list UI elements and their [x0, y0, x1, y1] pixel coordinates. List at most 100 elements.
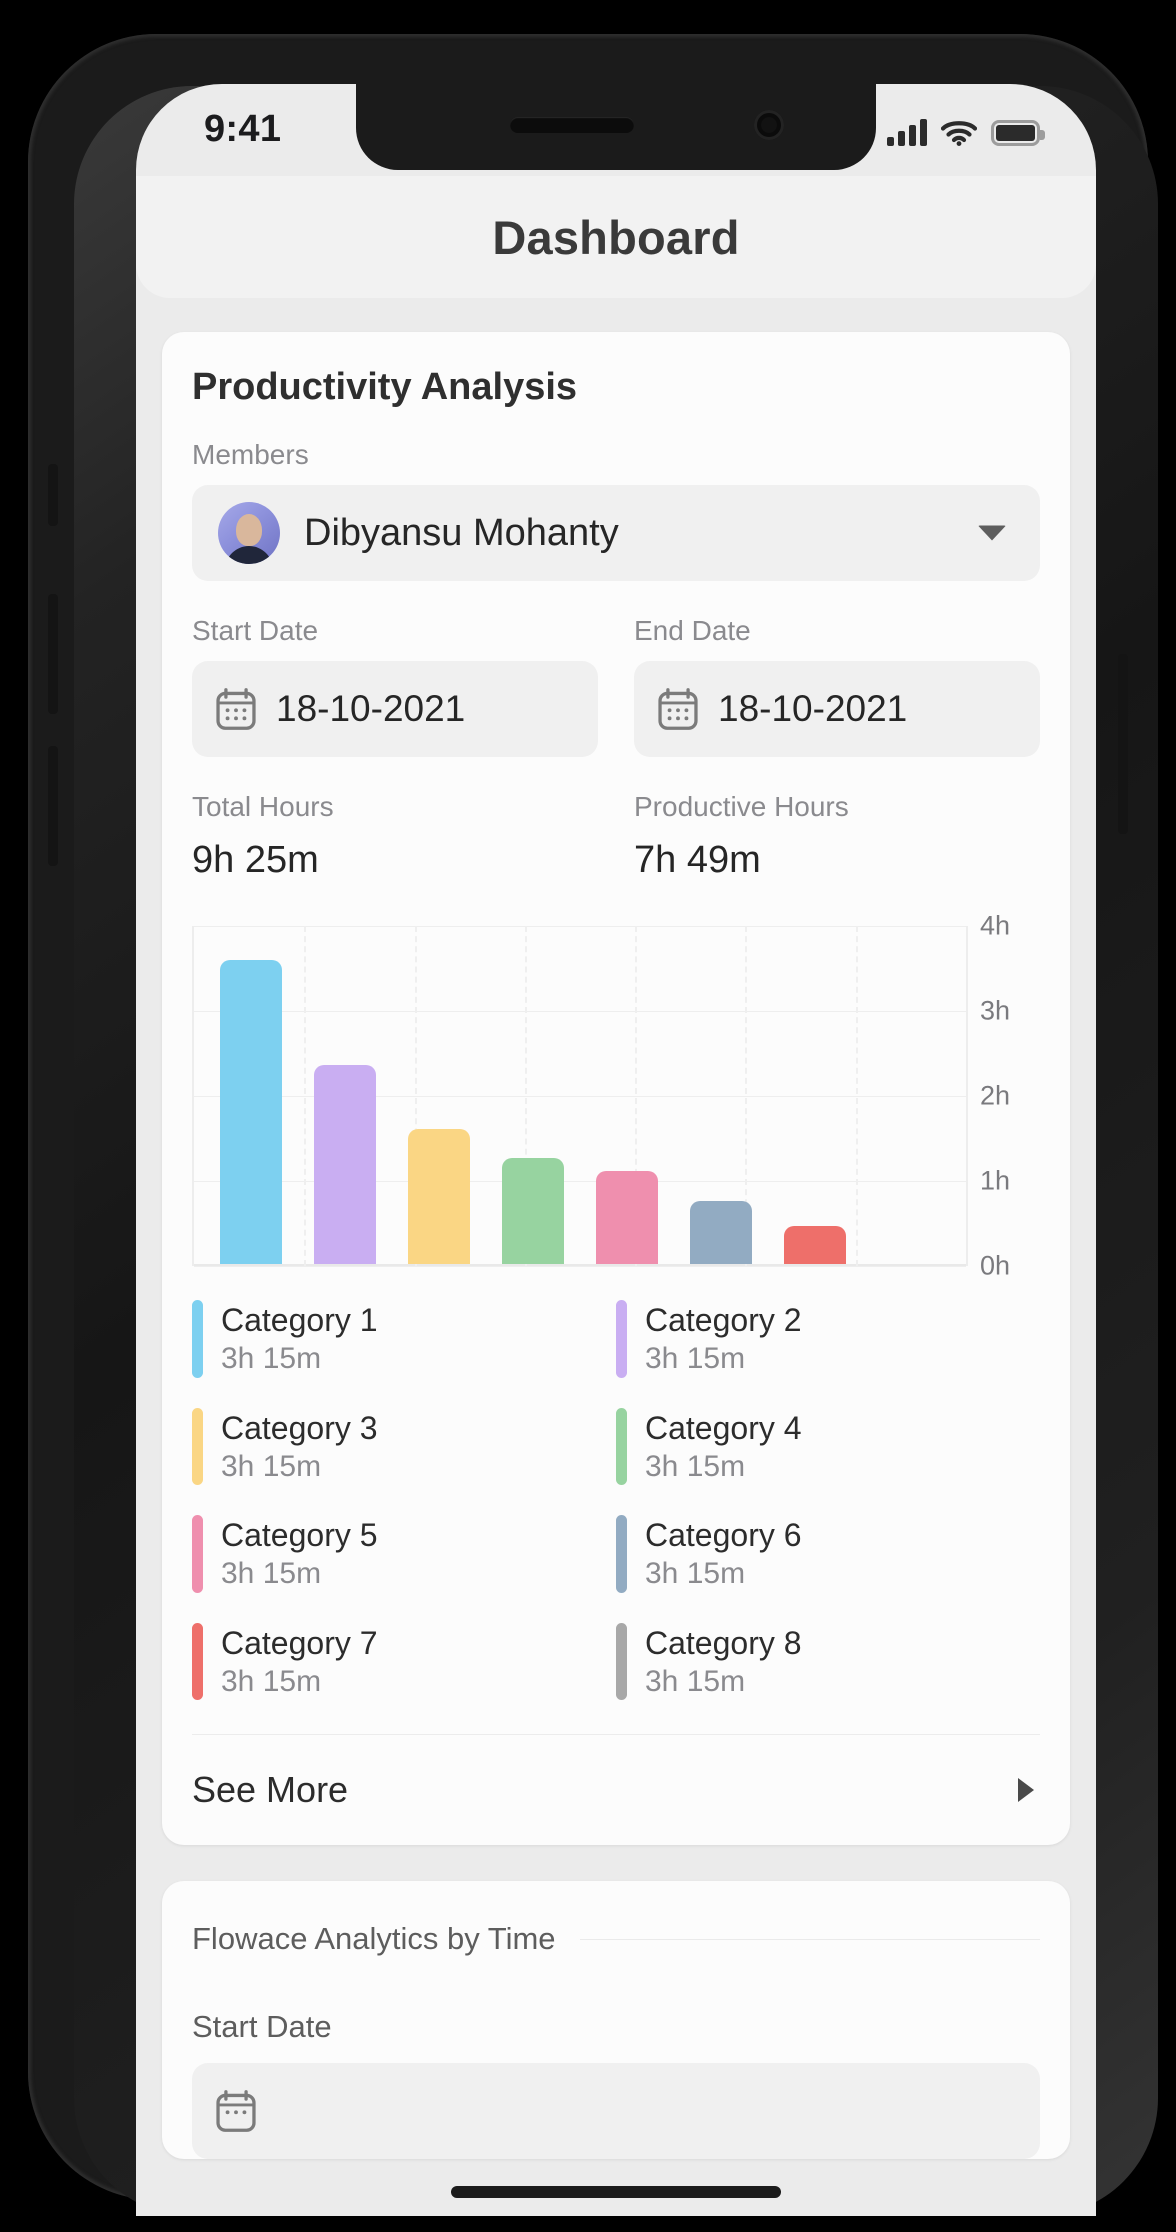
legend-item-name: Category 7 — [221, 1624, 378, 1661]
volume-up-button[interactable] — [48, 594, 58, 714]
legend-item-value: 3h 15m — [221, 1342, 322, 1375]
see-more-label: See More — [192, 1769, 349, 1810]
calendar-icon — [216, 2090, 256, 2132]
bottom-start-date-label: Start Date — [192, 2009, 332, 2044]
chart-gridline — [194, 1266, 966, 1267]
power-button[interactable] — [1118, 654, 1128, 834]
status-bar-icons — [887, 112, 1045, 146]
member-select[interactable]: Dibyansu Mohanty — [192, 485, 1040, 581]
total-hours-group: Total Hours 9h 25m — [192, 791, 598, 882]
category-bar-chart: 4h 3h 2h 1h 0h — [192, 911, 1040, 1281]
legend-item[interactable]: Category 7 3h 15m — [192, 1622, 616, 1701]
legend-item[interactable]: Category 8 3h 15m — [616, 1622, 1040, 1701]
nav-header: Dashboard — [136, 176, 1096, 298]
start-date-value: 18-10-2021 — [276, 688, 466, 729]
legend-text: Category 7 3h 15m — [221, 1623, 378, 1701]
total-hours-value: 9h 25m — [192, 839, 319, 881]
chart-bar-slot — [674, 926, 768, 1264]
page-title: Dashboard — [492, 210, 740, 264]
chart-bar-slot — [768, 926, 862, 1264]
mute-switch-button[interactable] — [48, 464, 58, 526]
chart-bar-slot — [298, 926, 392, 1264]
chart-bar-slot — [580, 926, 674, 1264]
legend-item-value: 3h 15m — [645, 1557, 746, 1590]
section-title: Flowace Analytics by Time — [192, 1921, 556, 1956]
legend-item[interactable]: Category 3 3h 15m — [192, 1407, 616, 1486]
legend-item-value: 3h 15m — [645, 1449, 746, 1483]
legend-text: Category 6 3h 15m — [645, 1515, 802, 1593]
earpiece-speaker-icon — [510, 117, 634, 133]
legend-item-name: Category 2 — [645, 1302, 802, 1338]
legend-item-value: 3h 15m — [645, 1342, 746, 1375]
start-date-input[interactable]: 18-10-2021 — [192, 661, 598, 757]
triangle-right-icon[interactable] — [1018, 1778, 1034, 1802]
legend-color-swatch — [192, 1300, 203, 1378]
home-indicator[interactable] — [451, 2186, 781, 2198]
legend-item-value: 3h 15m — [221, 1449, 322, 1483]
section-header: Flowace Analytics by Time — [192, 1921, 1040, 1957]
chart-bar[interactable] — [596, 1171, 658, 1264]
chart-y-axis: 4h 3h 2h 1h 0h — [968, 911, 1040, 1281]
chart-legend: Category 1 3h 15m Category 2 3h 15m Category… — [192, 1300, 1040, 1730]
productive-hours-label: Productive Hours — [634, 791, 849, 822]
phone-body: 9:41 Dashboard Productivity Analysis Mem… — [28, 34, 1158, 2216]
bottom-start-date-input[interactable] — [192, 2063, 1040, 2159]
legend-item[interactable]: Category 4 3h 15m — [616, 1407, 1040, 1486]
date-range-row: Start Date 18-10-2021 End Date 18-10-202… — [192, 615, 1040, 757]
legend-text: Category 8 3h 15m — [645, 1623, 802, 1701]
total-hours-label: Total Hours — [192, 791, 334, 822]
chart-bar-slot — [862, 926, 956, 1264]
cellular-signal-icon — [887, 118, 927, 146]
wifi-icon — [941, 121, 977, 146]
end-date-input[interactable]: 18-10-2021 — [634, 661, 1040, 757]
chevron-down-icon[interactable] — [978, 525, 1006, 541]
legend-item-value: 3h 15m — [221, 1664, 322, 1698]
productive-hours-value: 7h 49m — [634, 839, 761, 881]
productive-hours-group: Productive Hours 7h 49m — [634, 791, 1040, 882]
legend-color-swatch — [616, 1622, 627, 1700]
members-label: Members — [192, 439, 309, 470]
end-date-group: End Date 18-10-2021 — [634, 615, 1040, 757]
chart-bar[interactable] — [784, 1225, 846, 1264]
device-notch — [356, 84, 876, 170]
legend-item-name: Category 8 — [645, 1624, 802, 1661]
legend-item[interactable]: Category 5 3h 15m — [192, 1515, 616, 1593]
screenshot-stage: 9:41 Dashboard Productivity Analysis Mem… — [0, 0, 1176, 2232]
see-more-row[interactable]: See More — [192, 1735, 1040, 1845]
chart-bars — [194, 926, 966, 1264]
chart-bar-slot — [392, 926, 486, 1264]
legend-color-swatch — [192, 1515, 203, 1593]
chart-bar[interactable] — [408, 1128, 470, 1264]
legend-text: Category 2 3h 15m — [645, 1300, 802, 1378]
chart-bar[interactable] — [502, 1158, 564, 1264]
legend-item[interactable]: Category 2 3h 15m — [616, 1300, 1040, 1378]
legend-color-swatch — [616, 1515, 627, 1593]
volume-down-button[interactable] — [48, 746, 58, 866]
legend-item-value: 3h 15m — [221, 1557, 322, 1590]
chart-y-tick-label: 3h — [980, 995, 1011, 1026]
legend-item-name: Category 5 — [221, 1517, 378, 1553]
scroll-container[interactable]: Productivity Analysis Members Dibyansu M… — [136, 298, 1096, 2216]
legend-item[interactable]: Category 1 3h 15m — [192, 1300, 616, 1378]
status-bar-time: 9:41 — [204, 108, 282, 150]
end-date-value: 18-10-2021 — [718, 688, 908, 729]
legend-item[interactable]: Category 6 3h 15m — [616, 1515, 1040, 1593]
legend-text: Category 3 3h 15m — [221, 1408, 378, 1486]
calendar-icon — [658, 688, 698, 730]
chart-y-tick-label: 2h — [980, 1080, 1011, 1111]
chart-bar[interactable] — [690, 1200, 752, 1264]
chart-y-tick-label: 1h — [980, 1165, 1011, 1196]
legend-item-value: 3h 15m — [645, 1664, 746, 1698]
legend-text: Category 5 3h 15m — [221, 1515, 378, 1593]
legend-item-name: Category 4 — [645, 1409, 802, 1446]
legend-item-name: Category 1 — [221, 1302, 378, 1338]
chart-bar[interactable] — [314, 1065, 376, 1264]
chart-bar[interactable] — [220, 959, 282, 1264]
battery-full-icon — [991, 120, 1045, 146]
legend-text: Category 4 3h 15m — [645, 1408, 802, 1486]
chart-y-tick-label: 4h — [980, 910, 1011, 941]
front-camera-icon — [754, 110, 784, 140]
legend-color-swatch — [192, 1407, 203, 1485]
hours-summary-row: Total Hours 9h 25m Productive Hours 7h 4… — [192, 791, 1040, 882]
section-header-divider — [579, 1938, 1040, 1940]
